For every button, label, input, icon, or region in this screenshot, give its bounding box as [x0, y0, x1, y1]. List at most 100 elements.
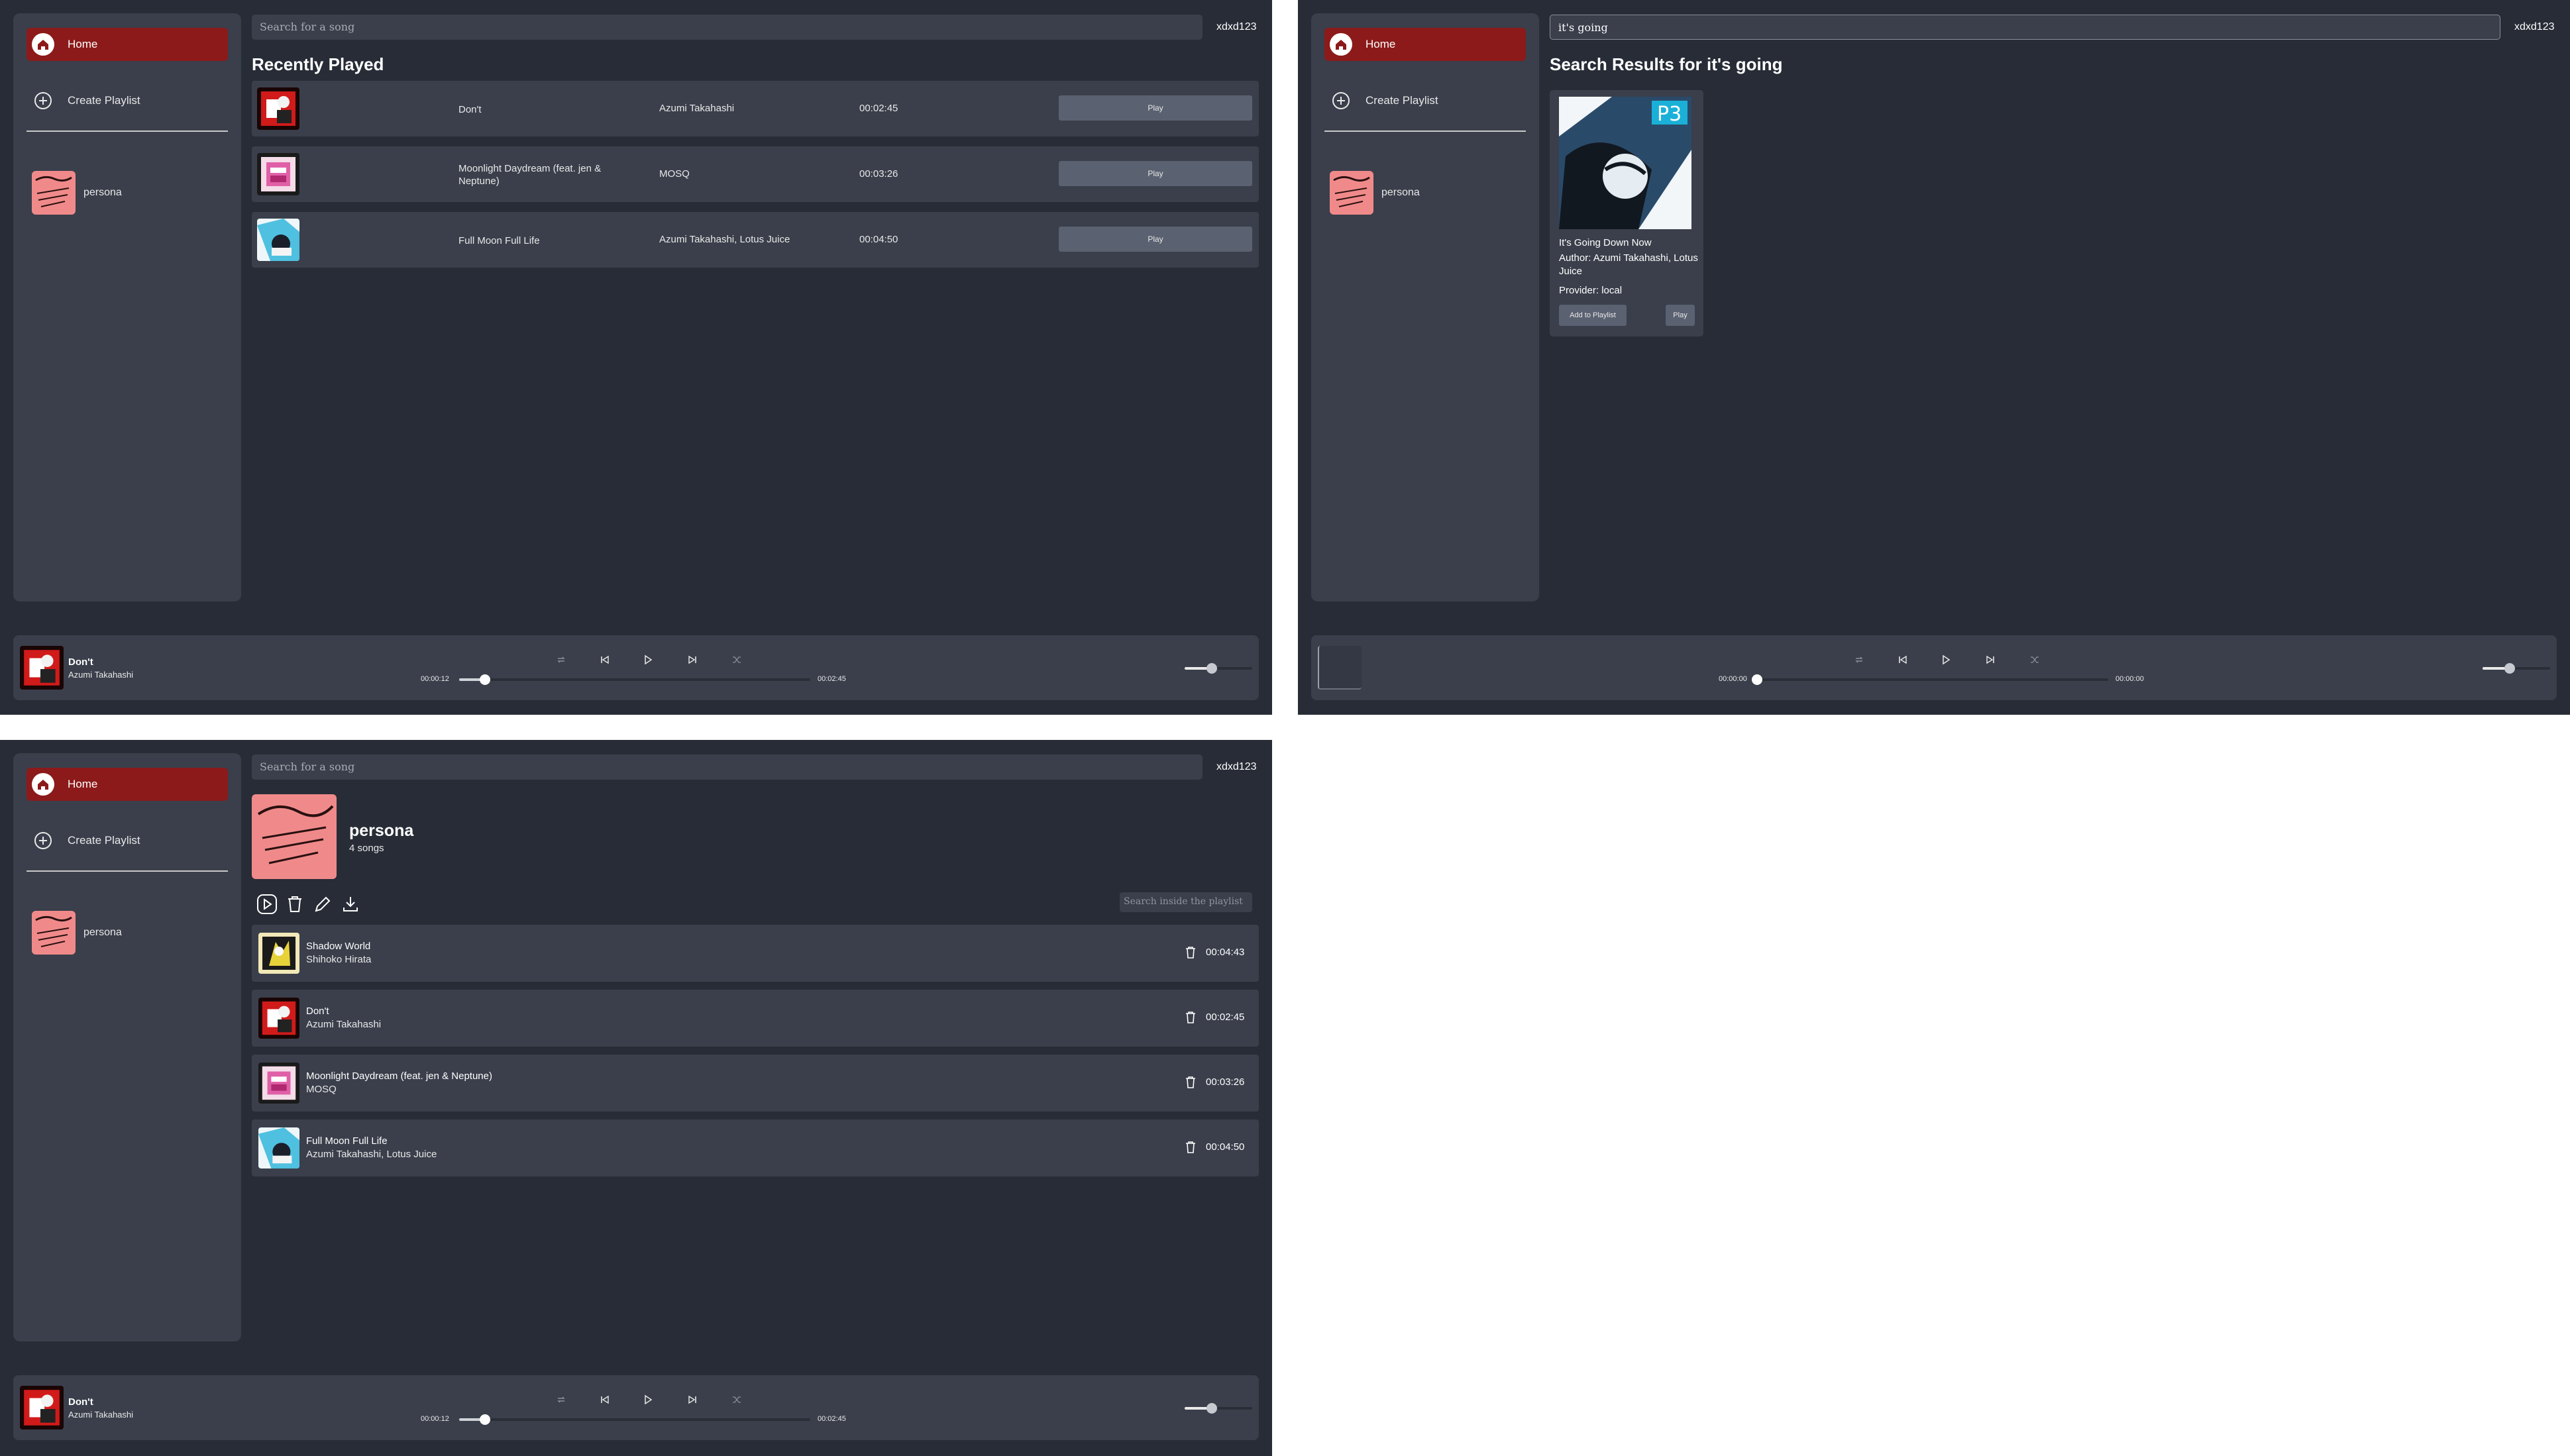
playlist-title: persona	[349, 821, 414, 840]
search-input[interactable]: Search for a song	[252, 754, 1203, 780]
track-title: Full Moon Full Life	[458, 234, 540, 246]
playback-controls	[1841, 651, 2040, 668]
playlist-search-input[interactable]: Search inside the playlist	[1120, 892, 1252, 912]
progress-knob[interactable]	[479, 1414, 490, 1425]
track-duration: 00:02:45	[1206, 1012, 1245, 1023]
create-playlist-button[interactable]: Create Playlist	[1324, 86, 1526, 115]
playback-controls	[543, 1391, 742, 1408]
create-playlist-button[interactable]: Create Playlist	[27, 86, 228, 115]
trash-icon[interactable]	[283, 892, 307, 916]
home-icon	[1324, 28, 1358, 61]
now-playing-artist: Azumi Takahashi	[68, 670, 134, 680]
search-input[interactable]: it's going	[1550, 15, 2500, 40]
play-icon[interactable]	[255, 892, 279, 916]
play-button[interactable]: Play	[1666, 305, 1695, 326]
search-input[interactable]: Search for a song	[252, 15, 1203, 40]
trash-icon[interactable]	[1183, 1074, 1199, 1090]
sidebar-item-persona[interactable]: persona	[32, 171, 228, 215]
track-artist: MOSQ	[659, 168, 690, 180]
sidebar-divider	[27, 870, 228, 872]
persona-playlist-thumbnail	[32, 171, 76, 215]
shuffle-icon[interactable]	[728, 651, 745, 668]
repeat-icon[interactable]	[553, 1391, 570, 1408]
skip-forward-icon[interactable]	[684, 1391, 701, 1408]
username[interactable]: xdxd123	[1216, 21, 1257, 33]
download-icon[interactable]	[339, 892, 362, 916]
play-icon[interactable]	[639, 1391, 657, 1408]
track-duration: 00:03:26	[1206, 1076, 1245, 1088]
username[interactable]: xdxd123	[1216, 761, 1257, 773]
nav-home-button[interactable]: Home	[27, 768, 228, 801]
play-button[interactable]: Play	[1059, 95, 1252, 121]
track-title: Shadow World	[306, 941, 371, 952]
plus-circle-icon	[27, 86, 60, 115]
nav-home-label: Home	[1365, 38, 1396, 50]
sidebar-divider	[27, 130, 228, 132]
play-button[interactable]: Play	[1059, 227, 1252, 252]
username[interactable]: xdxd123	[2514, 21, 2555, 33]
elapsed-time: 00:00:12	[421, 675, 449, 683]
skip-back-icon[interactable]	[596, 651, 614, 668]
nav-home-button[interactable]: Home	[27, 28, 228, 61]
playlist-track-row[interactable]: Shadow World Shihoko Hirata 00:04:43	[252, 925, 1259, 982]
playlist-track-row[interactable]: Full Moon Full Life Azumi Takahashi, Lot…	[252, 1119, 1259, 1176]
progress-knob[interactable]	[479, 674, 490, 685]
total-time: 00:02:45	[818, 675, 846, 683]
create-playlist-button[interactable]: Create Playlist	[27, 826, 228, 855]
search-result-card[interactable]: P3 It's Going Down Now Author: Azumi Tak…	[1550, 90, 1703, 337]
plus-circle-icon	[27, 826, 60, 855]
track-title: Moonlight Daydream (feat. jen & Neptune)	[458, 163, 602, 187]
sidebar-item-persona[interactable]: persona	[32, 911, 228, 955]
album-art	[258, 933, 299, 974]
now-playing-title: Don't	[68, 1396, 93, 1408]
create-playlist-label: Create Playlist	[68, 94, 140, 107]
volume-slider[interactable]	[2483, 663, 2550, 674]
album-art	[258, 998, 299, 1039]
pencil-icon[interactable]	[311, 892, 335, 916]
sidebar-playlist-label: persona	[83, 187, 122, 198]
progress-slider[interactable]	[459, 674, 810, 685]
sidebar: Home Create Playlist persona	[13, 753, 241, 1341]
now-playing-art	[20, 1386, 64, 1430]
player-bar: 00:00:00 00:00:00	[1311, 635, 2557, 700]
volume-slider[interactable]	[1185, 663, 1252, 674]
volume-slider[interactable]	[1185, 1403, 1252, 1414]
volume-knob[interactable]	[1206, 1403, 1217, 1414]
trash-icon[interactable]	[1183, 1139, 1199, 1155]
nav-home-button[interactable]: Home	[1324, 28, 1526, 61]
repeat-icon[interactable]	[553, 651, 570, 668]
recent-row[interactable]: Full Moon Full Life Azumi Takahashi, Lot…	[252, 212, 1259, 268]
skip-forward-icon[interactable]	[684, 651, 701, 668]
progress-slider[interactable]	[459, 1414, 810, 1425]
recent-row[interactable]: Don't Azumi Takahashi 00:02:45 Play	[252, 81, 1259, 136]
album-art	[258, 1127, 299, 1169]
sidebar-item-persona[interactable]: persona	[1330, 171, 1526, 215]
add-to-playlist-button[interactable]: Add to Playlist	[1559, 305, 1627, 326]
trash-icon[interactable]	[1183, 1010, 1199, 1025]
shuffle-icon[interactable]	[728, 1391, 745, 1408]
player-bar: Don't Azumi Takahashi 00:00:12 00:02:45	[13, 1375, 1259, 1440]
play-button[interactable]: Play	[1059, 161, 1252, 186]
track-duration: 00:04:43	[1206, 947, 1245, 958]
skip-forward-icon[interactable]	[1982, 651, 1999, 668]
volume-knob[interactable]	[2504, 663, 2515, 674]
repeat-icon[interactable]	[1850, 651, 1868, 668]
progress-knob[interactable]	[1752, 674, 1762, 685]
sidebar-divider	[1324, 130, 1526, 132]
progress-slider[interactable]	[1752, 674, 2108, 685]
play-icon[interactable]	[1937, 651, 1954, 668]
skip-back-icon[interactable]	[596, 1391, 614, 1408]
trash-icon[interactable]	[1183, 945, 1199, 961]
total-time: 00:02:45	[818, 1415, 846, 1423]
playlist-track-row[interactable]: Moonlight Daydream (feat. jen & Neptune)…	[252, 1055, 1259, 1112]
recent-row[interactable]: Moonlight Daydream (feat. jen & Neptune)…	[252, 146, 1259, 202]
skip-back-icon[interactable]	[1894, 651, 1911, 668]
shuffle-icon[interactable]	[2026, 651, 2043, 668]
volume-knob[interactable]	[1206, 663, 1217, 674]
album-art	[258, 1063, 299, 1104]
playlist-track-row[interactable]: Don't Azumi Takahashi 00:02:45	[252, 990, 1259, 1047]
track-duration: 00:02:45	[859, 103, 898, 114]
play-icon[interactable]	[639, 651, 657, 668]
result-cover-art: P3	[1559, 97, 1691, 229]
home-screen: Home Create Playlist persona Search for …	[0, 0, 1272, 715]
